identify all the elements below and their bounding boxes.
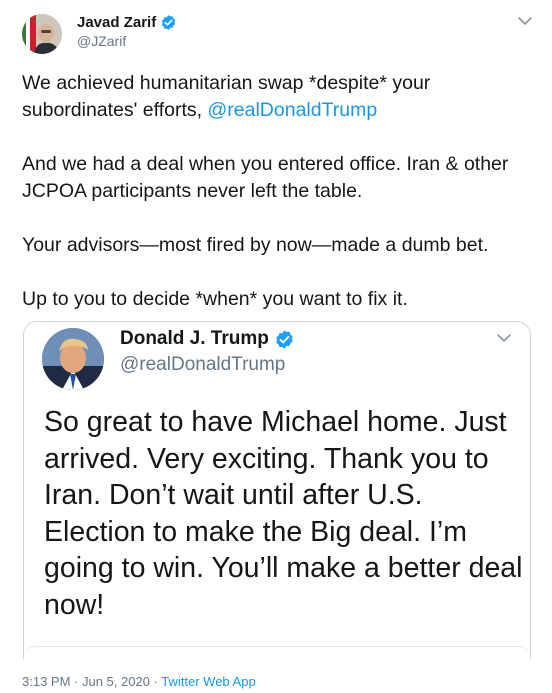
tweet-paragraph: And we had a deal when you entered offic… (22, 153, 509, 202)
author-handle[interactable]: @JZarif (77, 33, 126, 49)
separator: · (70, 674, 82, 689)
tweet-time[interactable]: 3:13 PM (22, 674, 70, 689)
quoted-tweet-text: So great to have Michael home. Just arri… (44, 406, 523, 621)
divider (24, 646, 530, 659)
chevron-down-icon[interactable] (495, 331, 513, 345)
separator: · (149, 674, 162, 689)
tweet-date[interactable]: Jun 5, 2020 (82, 674, 150, 689)
mention-link[interactable]: @realDonaldTrump (207, 99, 377, 121)
verified-badge-icon (274, 329, 295, 350)
chevron-down-icon[interactable] (516, 14, 534, 28)
author-avatar[interactable] (22, 14, 62, 54)
tweet-text: We achieved humanitarian swap *despite* … (22, 70, 532, 340)
tweet-paragraph: Your advisors—most fired by now—made a d… (22, 234, 489, 256)
tweet-paragraph: We achieved humanitarian swap *despite* … (22, 70, 532, 124)
quoted-author-name-text[interactable]: Donald J. Trump (120, 328, 269, 350)
tweet: Javad Zarif @JZarif We achieved humanita… (0, 0, 552, 693)
author-name[interactable]: Javad Zarif (77, 14, 177, 31)
source-app-link[interactable]: Twitter Web App (161, 674, 255, 689)
verified-badge-icon (160, 14, 177, 31)
tweet-paragraph: Up to you to decide *when* you want to f… (22, 288, 408, 310)
quoted-author-name[interactable]: Donald J. Trump (120, 328, 295, 350)
quoted-tweet[interactable]: Donald J. Trump @realDonaldTrump So grea… (23, 321, 531, 659)
author-name-text[interactable]: Javad Zarif (77, 14, 156, 31)
quoted-author-handle[interactable]: @realDonaldTrump (120, 354, 285, 376)
quoted-author-avatar[interactable] (42, 328, 104, 390)
tweet-footer: 3:13 PM · Jun 5, 2020 · Twitter Web App (22, 674, 256, 689)
